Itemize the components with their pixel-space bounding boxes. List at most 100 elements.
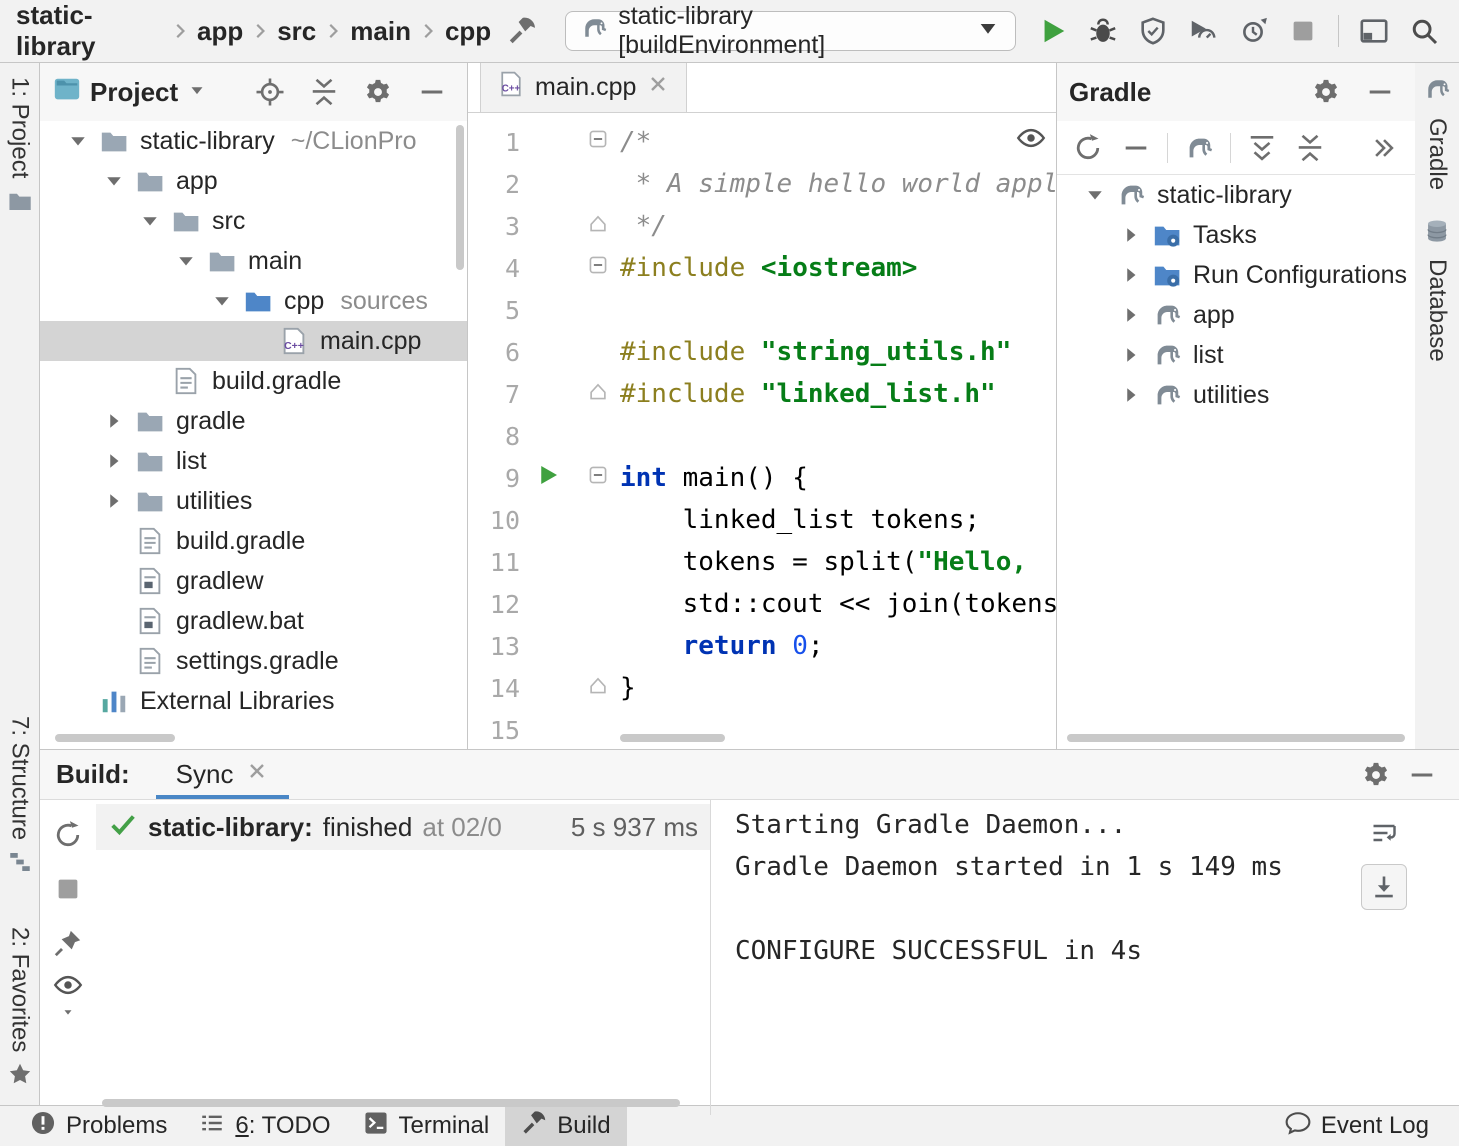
tree-item-build-gradle[interactable]: build.gradle	[40, 521, 467, 561]
rerun-build-button[interactable]	[45, 812, 91, 858]
editor-tab-main-cpp[interactable]: C++ main.cpp	[480, 63, 687, 112]
search-everywhere-button[interactable]	[1401, 8, 1447, 54]
run-config-select[interactable]: static-library [buildEnvironment]	[565, 11, 1016, 51]
chevron-right-icon[interactable]	[1113, 303, 1149, 327]
chevron-right-icon[interactable]	[1113, 263, 1149, 287]
tree-item-list[interactable]: list	[40, 441, 467, 481]
fold-end-icon[interactable]	[587, 673, 609, 703]
tree-item-build-gradle[interactable]: build.gradle	[40, 361, 467, 401]
fold-start-icon[interactable]	[587, 127, 609, 157]
stop-build-button[interactable]	[45, 866, 91, 912]
soft-wrap-button[interactable]	[1361, 810, 1407, 856]
tree-item-static-library[interactable]: static-library~/CLionPro	[40, 121, 467, 161]
build-status-row[interactable]: static-library: finished at 02/0 5 s 937…	[96, 804, 710, 850]
chevron-right-icon[interactable]	[1113, 223, 1149, 247]
toolwindow-layout-button[interactable]	[1351, 8, 1397, 54]
chevron-right-icon[interactable]	[96, 449, 132, 473]
horizontal-scrollbar[interactable]	[620, 734, 725, 742]
tree-item-list[interactable]: list	[1057, 335, 1415, 375]
detach-config-button[interactable]	[1113, 125, 1159, 171]
tree-item-gradlew[interactable]: gradlew	[40, 561, 467, 601]
breadcrumb-item-main[interactable]: main	[346, 16, 415, 47]
tree-item-main[interactable]: main	[40, 241, 467, 281]
chevron-right-icon[interactable]	[1113, 343, 1149, 367]
reload-gradle-button[interactable]	[1065, 125, 1111, 171]
fold-start-icon[interactable]	[587, 463, 609, 493]
tree-item-src[interactable]: src	[40, 201, 467, 241]
reader-mode-eye-icon[interactable]	[1016, 123, 1046, 158]
chevron-down-icon[interactable]	[168, 249, 204, 273]
tree-item-external-libraries[interactable]: External Libraries	[40, 681, 467, 721]
code-editor[interactable]: 1/*2 * A simple hello world appl3 */4#in…	[468, 113, 1056, 749]
build-console[interactable]: Starting Gradle Daemon...Gradle Daemon s…	[710, 800, 1459, 1115]
locate-file-button[interactable]	[247, 69, 293, 115]
coverage-button[interactable]	[1130, 8, 1176, 54]
tree-item-cpp[interactable]: cppsources	[40, 281, 467, 321]
chevron-down-icon[interactable]	[204, 289, 240, 313]
tree-item-app[interactable]: app	[40, 161, 467, 201]
tree-item-main-cpp[interactable]: C++main.cpp	[40, 321, 467, 361]
execute-gradle-task-button[interactable]	[1176, 125, 1222, 171]
chevron-down-icon[interactable]	[132, 209, 168, 233]
settings-gear-button[interactable]	[1353, 752, 1399, 798]
collapse-all-button[interactable]	[301, 69, 347, 115]
tree-item-settings-gradle[interactable]: settings.gradle	[40, 641, 467, 681]
breadcrumb-item-src[interactable]: src	[273, 16, 320, 47]
debug-button[interactable]	[1080, 8, 1126, 54]
more-actions-button[interactable]	[1361, 125, 1407, 171]
collapse-all-button[interactable]	[1287, 125, 1333, 171]
toolwindow-tab-database[interactable]: Database	[1423, 218, 1451, 362]
chevron-down-icon[interactable]	[186, 77, 208, 108]
line-number: 10	[468, 506, 520, 535]
breadcrumb-item-cpp[interactable]: cpp	[441, 16, 495, 47]
breadcrumb-item-app[interactable]: app	[193, 16, 247, 47]
run-button[interactable]	[1030, 8, 1076, 54]
tree-item-static-library[interactable]: static-library	[1057, 175, 1415, 215]
tree-item-gradlew-bat[interactable]: gradlew.bat	[40, 601, 467, 641]
profiler-button[interactable]	[1180, 8, 1226, 54]
success-check-icon	[108, 809, 138, 846]
tree-item-utilities[interactable]: utilities	[1057, 375, 1415, 415]
toolwindow-tab-structure[interactable]: 7: Structure	[6, 716, 34, 879]
toolwindow-tab-favorites[interactable]: 2: Favorites	[6, 927, 34, 1091]
hide-panel-button[interactable]	[409, 69, 455, 115]
pin-tab-button[interactable]	[45, 920, 91, 966]
chevron-right-icon[interactable]	[96, 409, 132, 433]
gradle-panel: Gradle	[1057, 63, 1415, 749]
view-options-button[interactable]	[45, 974, 91, 1020]
chevron-right-icon[interactable]	[1113, 383, 1149, 407]
scroll-to-end-button[interactable]	[1361, 864, 1407, 910]
horizontal-scrollbar[interactable]	[1067, 734, 1405, 742]
vertical-scrollbar[interactable]	[456, 125, 464, 270]
hide-panel-button[interactable]	[1399, 752, 1445, 798]
toolwindow-tab-gradle[interactable]: Gradle	[1423, 75, 1451, 190]
close-icon[interactable]	[646, 72, 670, 103]
tree-item-gradle[interactable]: gradle	[40, 401, 467, 441]
hide-panel-button[interactable]	[1357, 69, 1403, 115]
tab-sync[interactable]: Sync	[156, 750, 290, 799]
chevron-down-icon[interactable]	[60, 129, 96, 153]
horizontal-scrollbar[interactable]	[102, 1099, 680, 1107]
close-icon[interactable]	[245, 759, 269, 790]
expand-all-button[interactable]	[1239, 125, 1285, 171]
settings-gear-button[interactable]	[1303, 69, 1349, 115]
horizontal-scrollbar[interactable]	[55, 734, 175, 742]
settings-gear-button[interactable]	[355, 69, 401, 115]
toolwindow-tab-project[interactable]: 1: Project	[6, 77, 34, 219]
tree-item-app[interactable]: app	[1057, 295, 1415, 335]
run-line-icon[interactable]	[536, 463, 560, 494]
chevron-down-icon[interactable]	[1077, 183, 1113, 207]
run-with-profiler-button[interactable]	[1230, 8, 1276, 54]
fold-end-icon[interactable]	[587, 379, 609, 409]
chevron-right-icon[interactable]	[96, 489, 132, 513]
chevron-down-icon[interactable]	[96, 169, 132, 193]
fold-end-icon[interactable]	[587, 211, 609, 241]
tree-item-utilities[interactable]: utilities	[40, 481, 467, 521]
tree-item-run-configurations[interactable]: Run Configurations	[1057, 255, 1415, 295]
tree-item-tasks[interactable]: Tasks	[1057, 215, 1415, 255]
fold-start-icon[interactable]	[587, 253, 609, 283]
breadcrumb-item-static-library[interactable]: static-library	[12, 0, 167, 62]
code-line-14: 14}	[468, 667, 1056, 709]
build-hammer-icon[interactable]	[499, 8, 545, 54]
stop-button[interactable]	[1280, 8, 1326, 54]
